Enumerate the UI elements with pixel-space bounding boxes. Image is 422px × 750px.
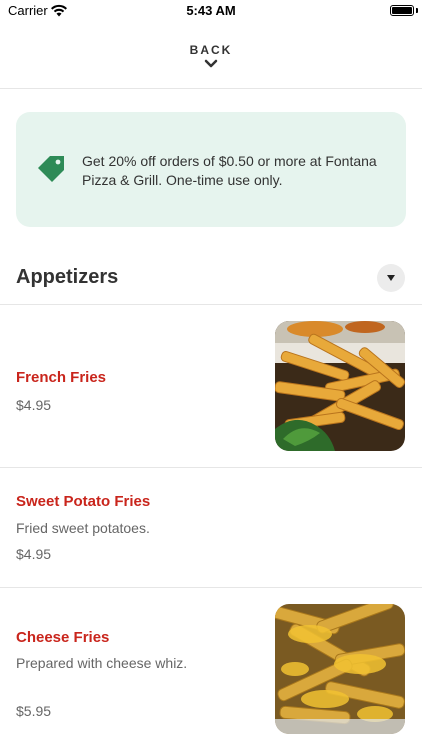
collapse-toggle-button[interactable]: [377, 264, 405, 292]
item-name: Sweet Potato Fries: [16, 493, 151, 510]
price-tag-icon: [38, 156, 64, 182]
section-title: Appetizers: [16, 266, 119, 288]
item-description: Prepared with cheese whiz.: [16, 655, 188, 671]
item-price: $4.95: [16, 397, 52, 413]
header-divider: [0, 88, 422, 89]
back-label: BACK: [189, 43, 233, 57]
promo-text: Get 20% off orders of $0.50 or more at F…: [82, 153, 377, 188]
item-price: $5.95: [16, 703, 52, 719]
battery-tip: [416, 8, 418, 13]
battery-icon: [390, 5, 414, 16]
clock: 5:43 AM: [186, 3, 236, 18]
item-price: $4.95: [16, 546, 52, 562]
menu-item[interactable]: Sweet Potato Fries Fried sweet potatoes.…: [0, 468, 422, 587]
caret-down-icon: [387, 275, 395, 281]
status-bar: Carrier 5:43 AM: [0, 0, 422, 22]
item-name: French Fries: [16, 369, 107, 386]
section-header[interactable]: Appetizers: [0, 262, 422, 304]
promo-banner[interactable]: Get 20% off orders of $0.50 or more at F…: [16, 112, 406, 227]
menu-item[interactable]: French Fries $4.95: [0, 305, 422, 467]
menu-item[interactable]: Cheese Fries Prepared with cheese whiz. …: [0, 588, 422, 750]
item-description: Fried sweet potatoes.: [16, 520, 150, 536]
item-photo-cheese-fries: [275, 604, 405, 734]
back-button[interactable]: BACK: [0, 38, 422, 88]
item-name: Cheese Fries: [16, 629, 110, 646]
chevron-down-icon: [204, 59, 218, 68]
item-photo-french-fries: [275, 321, 405, 451]
